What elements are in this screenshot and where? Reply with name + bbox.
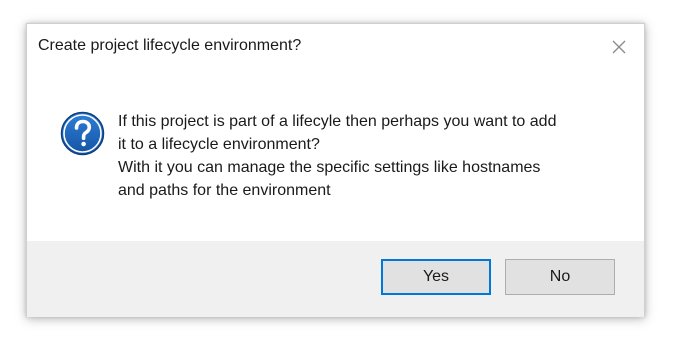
question-icon (60, 111, 105, 156)
dialog-title: Create project lifecycle environment? (38, 37, 302, 54)
no-button[interactable]: No (505, 259, 615, 295)
button-bar: Yes No (27, 241, 644, 317)
message-line: If this project is part of a lifecyle th… (118, 113, 557, 130)
message-line: it to a lifecycle environment? (118, 136, 320, 153)
dialog-message: If this project is part of a lifecyle th… (118, 110, 628, 202)
title-bar: Create project lifecycle environment? (27, 24, 644, 72)
yes-button[interactable]: Yes (381, 259, 491, 295)
message-line: and paths for the environment (118, 182, 331, 199)
dialog-window: Create project lifecycle environment? If… (26, 23, 645, 317)
message-line: With it you can manage the specific sett… (118, 159, 541, 176)
close-icon[interactable] (610, 38, 628, 56)
dialog-content: If this project is part of a lifecyle th… (27, 72, 644, 241)
